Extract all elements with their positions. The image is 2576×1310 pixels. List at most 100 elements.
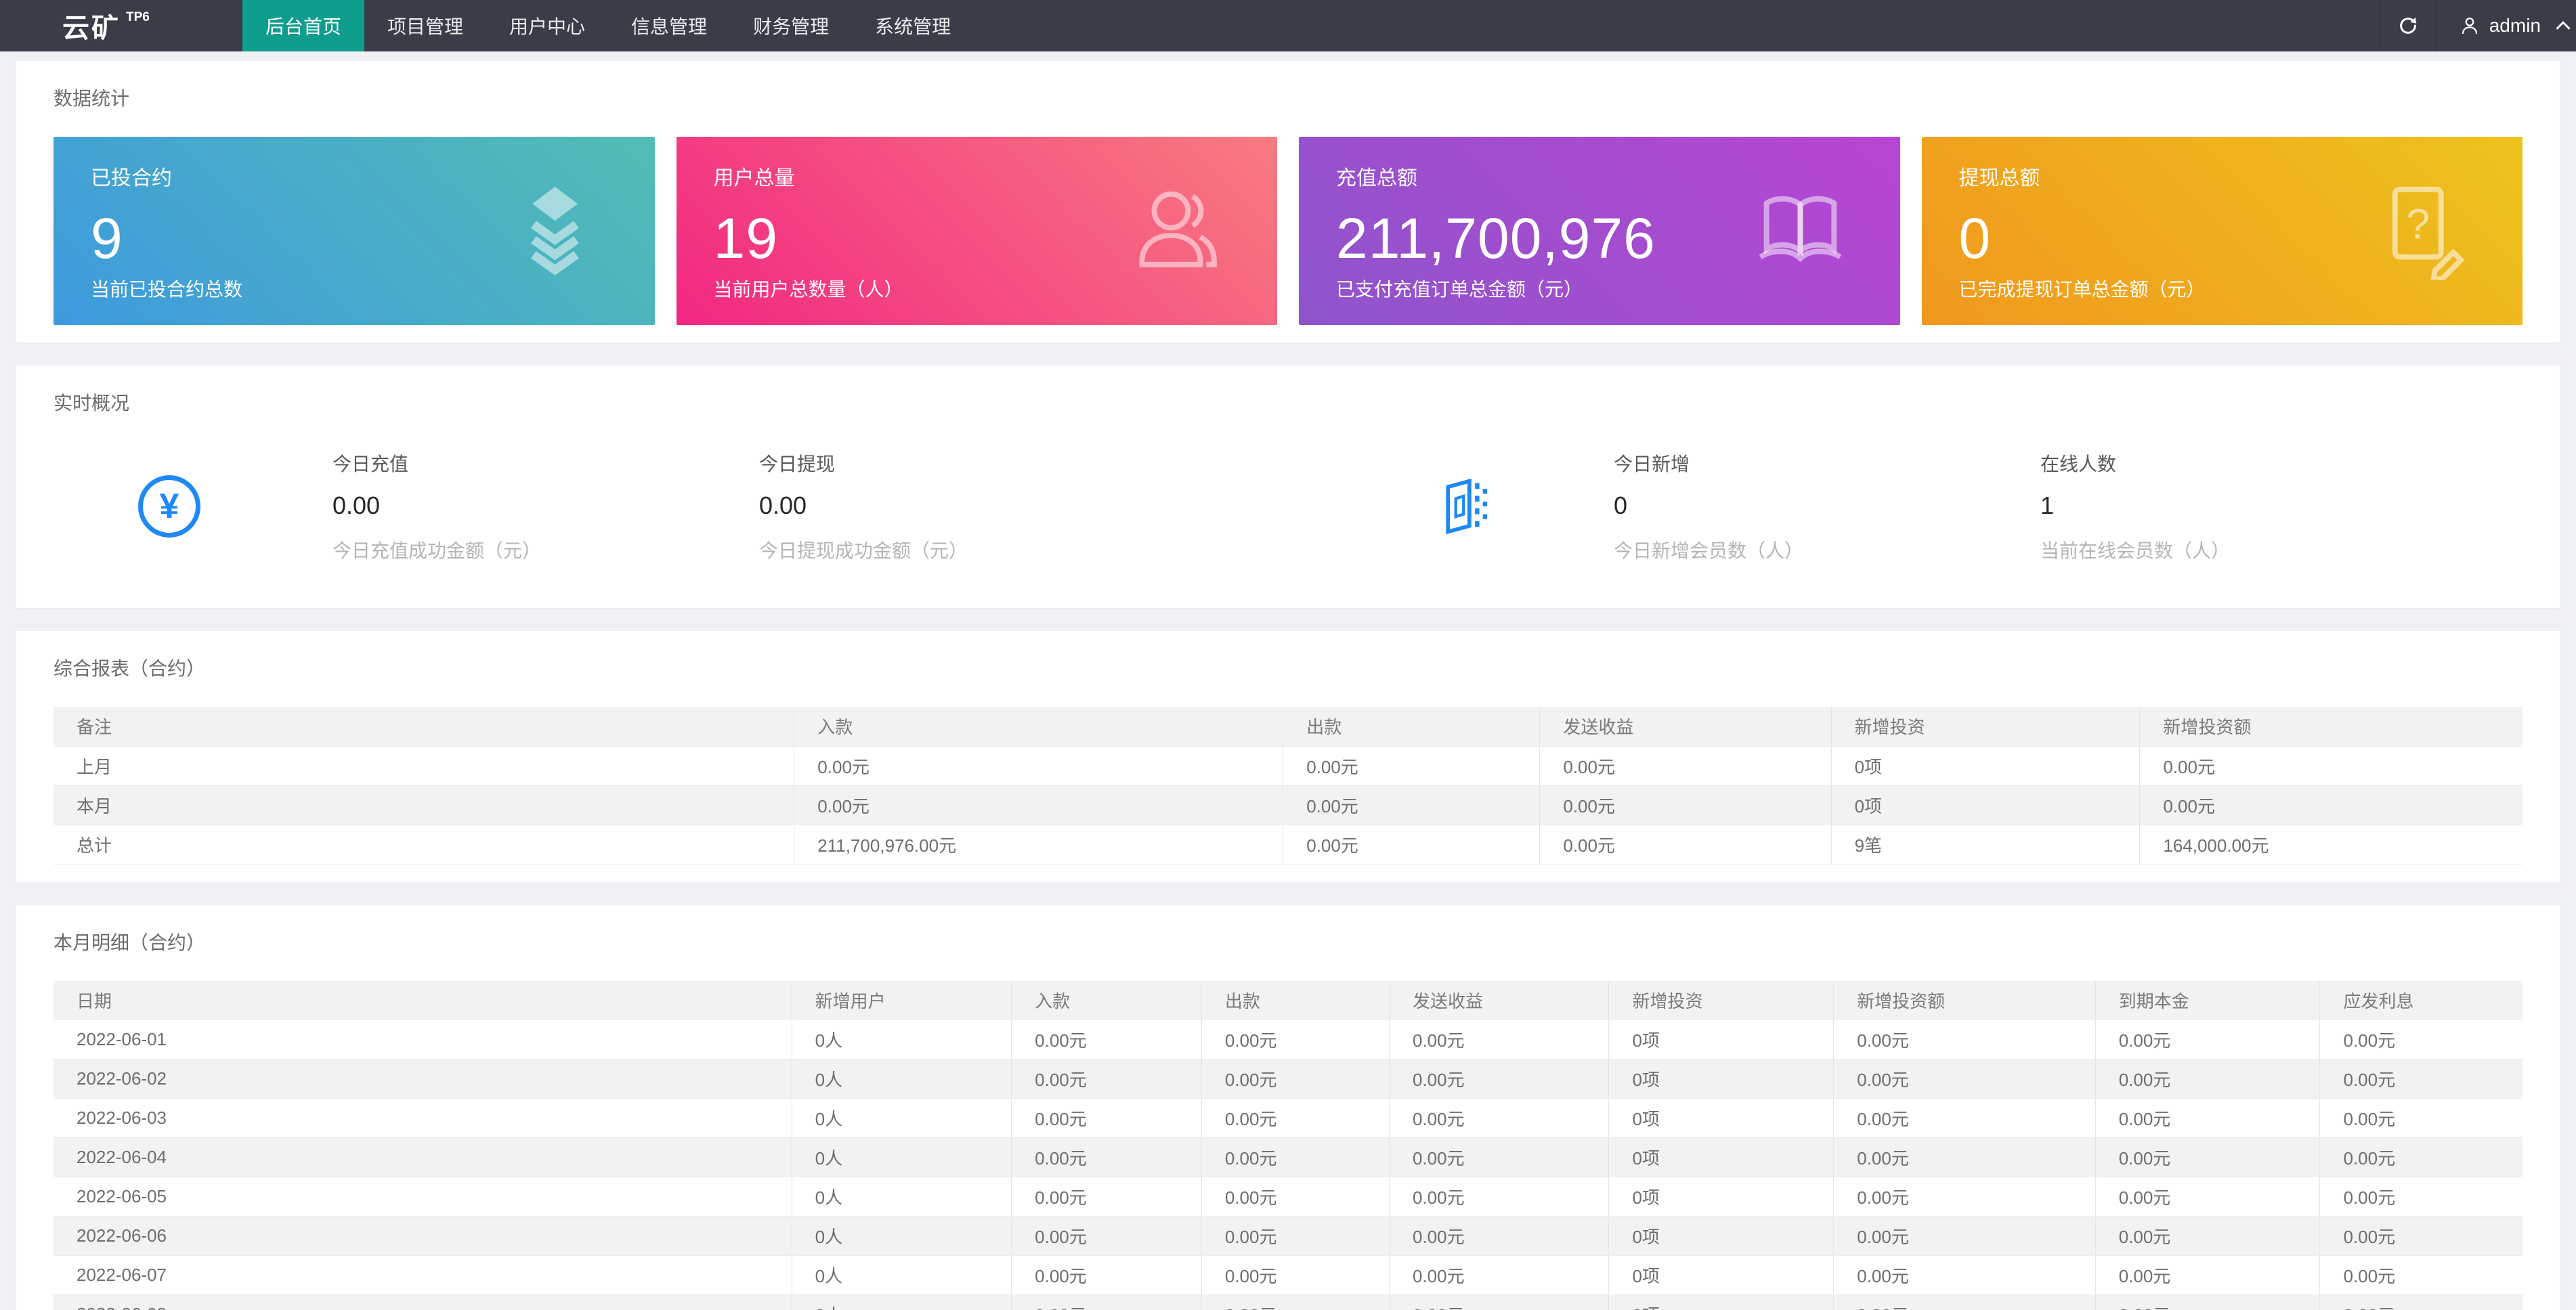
table-cell: 0项 [1608, 1020, 1834, 1060]
table-cell: 0.00元 [1011, 1294, 1202, 1310]
table-cell: 0.00元 [2319, 1137, 2523, 1177]
column-header: 新增投资额 [2139, 707, 2523, 747]
refresh-icon [2397, 14, 2420, 37]
table-cell: 0.00元 [1283, 825, 1541, 865]
stat-card-1: 用户总量 19 当前用户总数量（人） [676, 137, 1277, 325]
table-row: 2022-06-080人0.00元0.00元0.00元0项0.00元0.00元0… [53, 1294, 2523, 1310]
menu-item-4[interactable]: 财务管理 [730, 0, 852, 51]
menu-item-5[interactable]: 系统管理 [852, 0, 974, 51]
doc-question-icon: ? [2374, 182, 2472, 280]
table-cell: 0.00元 [1389, 1098, 1610, 1138]
table-cell: 0.00元 [1539, 825, 1832, 865]
table-cell: 0.00元 [1011, 1059, 1202, 1099]
stat-desc: 今日充值成功金额（元） [332, 540, 542, 561]
table-row: 本月 0.00元 0.00元 0.00元 0项 0.00元 [53, 785, 2523, 825]
table-cell: 2022-06-05 [53, 1177, 792, 1217]
table-cell: 0.00元 [2095, 1059, 2321, 1099]
table-cell: 0项 [1608, 1098, 1834, 1138]
menu-item-1[interactable]: 项目管理 [364, 0, 486, 51]
column-header: 日期 [53, 980, 792, 1020]
card-desc: 当前用户总数量（人） [713, 279, 903, 300]
brand-logo[interactable]: 云矿 TP6 [0, 0, 203, 51]
column-header: 入款 [794, 707, 1284, 747]
table-cell: 0项 [1608, 1059, 1834, 1099]
table-cell: 0.00元 [1833, 1177, 2096, 1217]
stat-value: 0 [1614, 492, 1628, 519]
table-cell: 0.00元 [1389, 1059, 1610, 1099]
realtime-section: 实时概况 ¥ 今日充值 0.00 今日充值成功金额（元） 今日提现 0.00 今… [16, 366, 2560, 608]
table-cell: 9笔 [1831, 825, 2141, 865]
refresh-button[interactable] [2379, 0, 2437, 51]
table-cell: 0.00元 [794, 785, 1284, 825]
brand-text: 云矿 [62, 14, 121, 43]
stat-label: 今日提现 [759, 454, 836, 475]
table-cell: 0人 [792, 1177, 1012, 1217]
book-icon [1751, 182, 1849, 280]
navbar-right: admin [2379, 0, 2576, 51]
table-cell: 0.00元 [2095, 1177, 2321, 1217]
table-cell: 0.00元 [1201, 1020, 1390, 1060]
menu-item-3[interactable]: 信息管理 [608, 0, 730, 51]
stat-value: 1 [2040, 492, 2055, 519]
stat-card-3: 提现总额 0 已完成提现订单总金额（元）? [1921, 137, 2523, 325]
user-icon [2460, 16, 2480, 36]
main-menu: 后台首页 项目管理 用户中心 信息管理 财务管理 系统管理 [242, 0, 974, 51]
table-cell: 0.00元 [2319, 1177, 2523, 1217]
realtime-row: ¥ 今日充值 0.00 今日充值成功金额（元） 今日提现 0.00 今日提现成功… [53, 450, 2523, 563]
table-cell: 0.00元 [2095, 1137, 2321, 1177]
table-cell: 0人 [792, 1020, 1012, 1060]
table-row: 上月 0.00元 0.00元 0.00元 0项 0.00元 [53, 746, 2523, 786]
table-cell: 2022-06-03 [53, 1098, 792, 1138]
table-cell: 0.00元 [2095, 1294, 2321, 1310]
stat-cards-row: 已投合约 9 当前已投合约总数 用户总量 19 当前用户总数量（人） 充值总额 211,700… [53, 137, 2523, 325]
table-cell: 0.00元 [2139, 746, 2523, 786]
stat-card-0: 已投合约 9 当前已投合约总数 [53, 137, 655, 325]
table-cell: 2022-06-06 [53, 1216, 792, 1256]
table-cell: 0.00元 [1833, 1020, 2096, 1060]
user-menu[interactable]: admin [2437, 0, 2576, 51]
table-cell: 0.00元 [1833, 1059, 2096, 1099]
table-cell: 0.00元 [2095, 1255, 2321, 1295]
table-row: 2022-06-05 0人 0.00元 0.00元 0.00元 0项 0.00元 0.00元 0… [53, 1177, 2523, 1217]
stat-label: 今日充值 [332, 454, 409, 475]
column-header: 新增投资 [1608, 980, 1834, 1020]
menu-item-2[interactable]: 用户中心 [486, 0, 608, 51]
table-cell: 0项 [1831, 785, 2141, 825]
stat-desc: 今日提现成功金额（元） [759, 540, 968, 561]
table-cell: 0人 [792, 1137, 1012, 1177]
table-cell: 本月 [53, 785, 795, 825]
column-header: 出款 [1283, 707, 1541, 747]
realtime-stat-new-members: 今日新增 0 今日新增会员数（人） [1614, 450, 2040, 563]
chevron-up-icon [2554, 20, 2572, 31]
table-cell: 0.00元 [1389, 1216, 1610, 1256]
table-cell: 2022-06-01 [53, 1020, 792, 1060]
realtime-stat-online: 在线人数 1 当前在线会员数（人） [2040, 450, 2467, 563]
menu-item-0[interactable]: 后台首页 [242, 0, 365, 51]
top-navbar: 云矿 TP6 后台首页 项目管理 用户中心 信息管理 财务管理 系统管理 admin [0, 0, 2576, 51]
table-row: 2022-06-06 0人 0.00元 0.00元 0.00元 0项 0.00元 0.00元 0… [53, 1216, 2523, 1256]
table-cell: 0.00元 [1539, 746, 1832, 786]
stat-desc: 今日新增会员数（人） [1614, 540, 1804, 561]
card-desc: 已完成提现订单总金额（元） [1958, 279, 2206, 300]
table-cell: 0.00元 [1833, 1098, 2096, 1138]
table-cell: 0.00元 [1283, 746, 1541, 786]
detail-section-title: 本月明细（合约） [53, 932, 206, 953]
table-cell: 0.00元 [1201, 1177, 1390, 1217]
header-row: 备注 入款 出款 发送收益 新增投资 新增投资额 [53, 707, 2523, 747]
table-cell: 2022-06-04 [53, 1137, 792, 1177]
stat-value: 0.00 [332, 492, 381, 519]
stats-section-title: 数据统计 [53, 88, 130, 109]
table-cell: 0.00元 [1011, 1098, 1202, 1138]
table-cell: 0.00元 [1833, 1294, 2096, 1310]
table-cell: 0项 [1608, 1294, 1834, 1310]
stat-desc: 当前在线会员数（人） [2040, 540, 2231, 561]
table-cell: 0项 [1608, 1177, 1834, 1217]
table-cell: 0.00元 [1011, 1177, 1202, 1217]
table-cell: 0.00元 [1011, 1216, 1202, 1256]
table-cell: 0.00元 [1011, 1137, 1202, 1177]
column-header: 应发利息 [2319, 980, 2523, 1020]
table-cell: 0.00元 [1201, 1216, 1390, 1256]
column-header: 新增投资 [1831, 707, 2141, 747]
table-cell: 0.00元 [2319, 1216, 2523, 1256]
yen-icon: ¥ [138, 475, 200, 538]
